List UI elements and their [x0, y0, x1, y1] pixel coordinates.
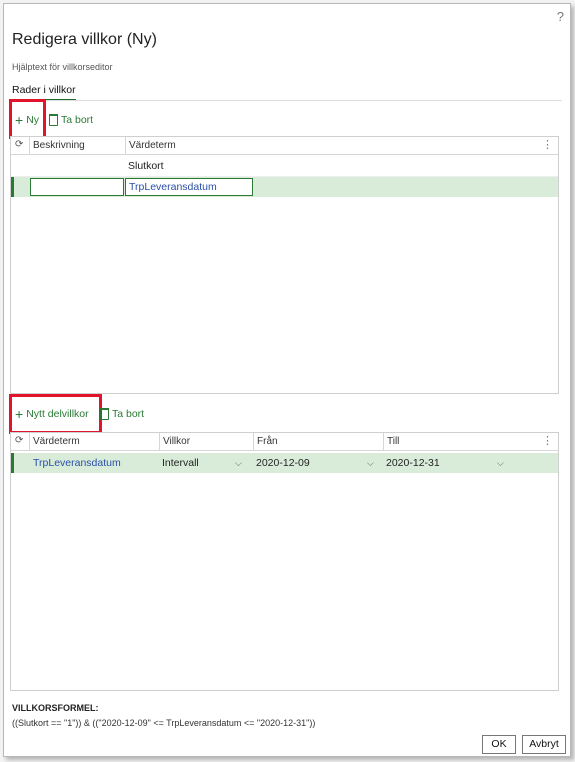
condition-select[interactable]: Intervall ⌵	[159, 453, 252, 473]
trash-icon	[49, 114, 58, 126]
table-row[interactable]: Slutkort	[11, 156, 558, 177]
cancel-button[interactable]: Avbryt	[522, 735, 566, 754]
column-header-description[interactable]: Beskrivning	[29, 137, 125, 154]
tab-divider	[12, 100, 562, 101]
delete-row-label: Ta bort	[61, 114, 94, 126]
chevron-down-icon: ⌵	[367, 458, 374, 468]
table-row-selected[interactable]: TrpLeveransdatum	[11, 177, 558, 197]
value-term-cell[interactable]: Slutkort	[125, 156, 248, 176]
more-options-icon[interactable]: ⋮	[542, 138, 553, 151]
column-header-condition[interactable]: Villkor	[159, 433, 253, 450]
subcondition-grid: ⟳ Värdeterm Villkor Från Till ⋮ TrpLever…	[10, 432, 559, 691]
delete-subcondition-button[interactable]: Ta bort	[100, 408, 144, 420]
column-header-to[interactable]: Till	[383, 433, 537, 450]
chevron-down-icon: ⌵	[235, 458, 242, 468]
new-subcondition-button[interactable]: + Nytt delvillkor	[15, 405, 89, 422]
ok-button[interactable]: OK	[482, 735, 516, 754]
help-icon[interactable]: ?	[557, 9, 564, 24]
new-row-button[interactable]: + Ny	[15, 111, 40, 128]
from-date-value: 2020-12-09	[256, 457, 310, 469]
dialog-title: Redigera villkor (Ny)	[12, 31, 157, 48]
condition-rows-grid: ⟳ Beskrivning Värdeterm ⋮ Slutkort TrpLe…	[10, 136, 559, 394]
grid-header: ⟳ Värdeterm Villkor Från Till ⋮	[11, 433, 558, 451]
formula-label: VILLKORSFORMEL:	[12, 703, 99, 713]
delete-row-button[interactable]: Ta bort	[49, 114, 93, 126]
column-header-value-term[interactable]: Värdeterm	[29, 433, 159, 450]
plus-icon: +	[15, 405, 24, 422]
table-row-selected[interactable]: TrpLeveransdatum Intervall ⌵ 2020-12-09 …	[11, 453, 558, 473]
trash-icon	[100, 408, 109, 420]
condition-value: Intervall	[162, 457, 199, 469]
chevron-down-icon: ⌵	[497, 458, 504, 468]
description-cell[interactable]	[29, 156, 124, 176]
to-date-value: 2020-12-31	[386, 457, 440, 469]
formula-text: ((Slutkort == "1")) & (("2020-12-09" <= …	[12, 718, 316, 728]
from-date-picker[interactable]: 2020-12-09 ⌵	[253, 453, 382, 473]
new-subcondition-label: Nytt delvillkor	[26, 408, 89, 420]
grid-header: ⟳ Beskrivning Värdeterm ⋮	[11, 137, 558, 155]
column-header-from[interactable]: Från	[253, 433, 383, 450]
to-date-picker[interactable]: 2020-12-31 ⌵	[383, 453, 516, 473]
more-options-icon[interactable]: ⋮	[542, 434, 553, 447]
help-text: Hjälptext för villkorseditor	[12, 62, 113, 72]
column-header-value-term[interactable]: Värdeterm	[125, 137, 549, 154]
refresh-icon[interactable]: ⟳	[15, 139, 23, 150]
value-term-input[interactable]: TrpLeveransdatum	[125, 178, 253, 196]
refresh-icon[interactable]: ⟳	[15, 435, 23, 446]
plus-icon: +	[15, 111, 24, 128]
value-term-cell[interactable]: TrpLeveransdatum	[30, 453, 153, 473]
edit-condition-dialog: ? Redigera villkor (Ny) Hjälptext för vi…	[3, 3, 571, 757]
new-row-label: Ny	[26, 114, 40, 126]
description-input[interactable]	[30, 178, 124, 196]
delete-subcondition-label: Ta bort	[112, 408, 145, 420]
